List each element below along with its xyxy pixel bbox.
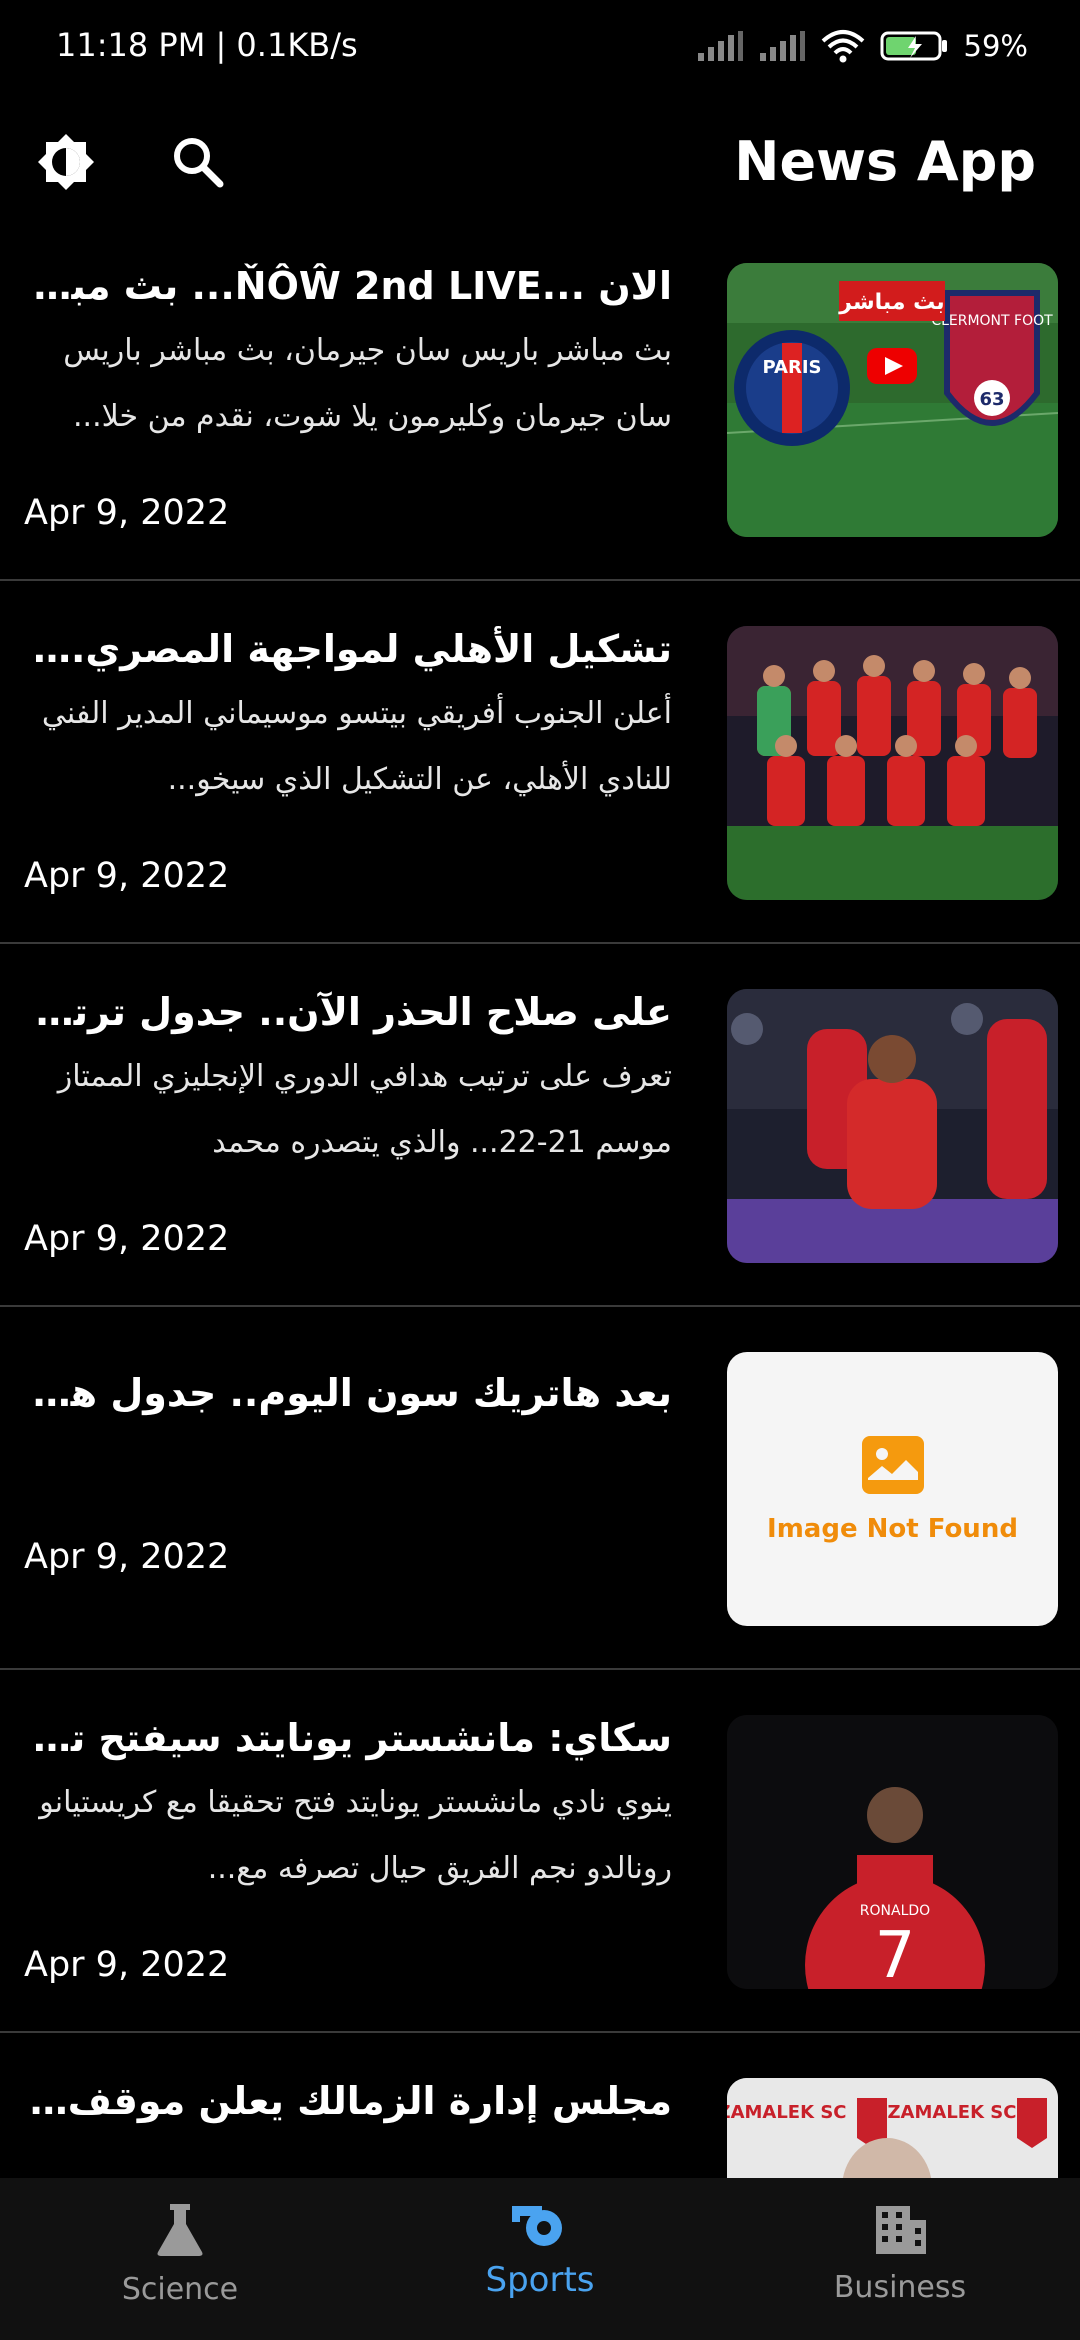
theme-toggle-button[interactable] bbox=[26, 122, 106, 202]
article-title: تشكيل الأهلي لمواجهة المصري..... bbox=[24, 627, 672, 671]
bottom-navigation: Science Sports Business bbox=[0, 2178, 1080, 2340]
article-description: ينوي نادي مانشستر يونايتد فتح تحقيقا مع … bbox=[39, 1785, 672, 1886]
battery-icon bbox=[880, 29, 950, 63]
article-title: مجلس إدارة الزمالك يعلن موقف هدهو... bbox=[24, 2079, 672, 2123]
svg-text:7: 7 bbox=[875, 1919, 916, 1989]
brightness-icon bbox=[38, 134, 94, 190]
whistle-icon bbox=[512, 2206, 562, 2246]
svg-text:بث مباشر: بث مباشر bbox=[838, 290, 944, 315]
signal-1-icon bbox=[696, 31, 744, 61]
nav-item-business[interactable]: Business bbox=[720, 2178, 1080, 2340]
article-thumbnail bbox=[727, 989, 1058, 1263]
nav-label-business: Business bbox=[833, 2270, 967, 2305]
article-date: Apr 9, 2022 bbox=[24, 1219, 230, 1259]
svg-text:CLERMONT FOOT: CLERMONT FOOT bbox=[931, 313, 1053, 329]
article-card[interactable]: RONALDO 7 سكاي: مانشستر يونايتد سيفتح تح… bbox=[0, 1670, 1080, 2033]
article-card[interactable]: Image Not Found بعد هاتريك سون اليوم.. ج… bbox=[0, 1307, 1080, 1670]
svg-text:63: 63 bbox=[979, 389, 1004, 410]
battery-percent: 59% bbox=[963, 29, 1028, 63]
search-button[interactable] bbox=[158, 122, 238, 202]
article-description: تعرف على ترتيب هدافي الدوري الإنجليزي ال… bbox=[57, 1059, 672, 1160]
article-date: Apr 9, 2022 bbox=[24, 493, 230, 533]
image-not-found-label: Image Not Found bbox=[767, 1514, 1018, 1544]
svg-text:PARIS: PARIS bbox=[763, 357, 822, 378]
article-title: بعد هاتريك سون اليوم.. جدول هدافي... bbox=[24, 1371, 672, 1415]
article-title: سكاي: مانشستر يونايتد سيفتح تحقيقا... bbox=[24, 1716, 672, 1760]
article-card[interactable]: PARIS CLERMONT FOOT 63 بث مباشر الان ...… bbox=[0, 218, 1080, 581]
news-app-screen: 11:18 PM | 0.1KB/s 59% News App PARIS CL… bbox=[0, 0, 1080, 2340]
status-bar: 11:18 PM | 0.1KB/s 59% bbox=[0, 0, 1080, 96]
svg-text:ZAMALEK SC: ZAMALEK SC bbox=[727, 2102, 846, 2123]
app-title: News App bbox=[734, 130, 1036, 193]
search-icon bbox=[174, 138, 224, 188]
article-title: على صلاح الحذر الآن.. جدول ترتيب... bbox=[24, 990, 672, 1034]
article-card[interactable]: ZAMALEK SC ZAMALEK SC مجلس إدارة الزمالك… bbox=[0, 2033, 1080, 2178]
flask-icon bbox=[157, 2204, 203, 2256]
svg-text:RONALDO: RONALDO bbox=[860, 1903, 930, 1919]
building-icon bbox=[876, 2206, 926, 2254]
article-card[interactable]: على صلاح الحذر الآن.. جدول ترتيب... تعرف… bbox=[0, 944, 1080, 1307]
nav-item-science[interactable]: Science bbox=[0, 2178, 360, 2340]
article-description: أعلن الجنوب أفريقي بيتسو موسيماني المدير… bbox=[41, 696, 672, 797]
article-date: Apr 9, 2022 bbox=[24, 856, 230, 896]
article-thumbnail bbox=[727, 626, 1058, 900]
signal-2-icon bbox=[758, 31, 806, 61]
article-title: الان ...ŇÔŴ 2nd LIVE... بث مباشر bbox=[24, 264, 672, 308]
article-thumbnail: ZAMALEK SC ZAMALEK SC bbox=[727, 2078, 1058, 2178]
article-date: Apr 9, 2022 bbox=[24, 1537, 230, 1577]
broken-image-icon bbox=[861, 1436, 924, 1494]
wifi-icon bbox=[820, 29, 866, 63]
image-not-found-placeholder: Image Not Found bbox=[727, 1352, 1058, 1626]
article-card[interactable]: تشكيل الأهلي لمواجهة المصري..... أعلن ال… bbox=[0, 581, 1080, 944]
svg-text:ZAMALEK SC: ZAMALEK SC bbox=[888, 2102, 1017, 2123]
nav-item-sports[interactable]: Sports bbox=[360, 2178, 720, 2340]
status-time: 11:18 PM | 0.1KB/s bbox=[56, 26, 358, 64]
app-top-bar: News App bbox=[0, 110, 1080, 230]
news-feed[interactable]: PARIS CLERMONT FOOT 63 بث مباشر الان ...… bbox=[0, 218, 1080, 2178]
article-date: Apr 9, 2022 bbox=[24, 1945, 230, 1985]
article-thumbnail: RONALDO 7 bbox=[727, 1715, 1058, 1989]
nav-label-science: Science bbox=[121, 2272, 239, 2307]
status-icons: 59% bbox=[696, 24, 1028, 68]
nav-label-sports: Sports bbox=[485, 2260, 595, 2300]
article-description: بث مباشر باريس سان جيرمان، بث مباشر باري… bbox=[63, 333, 672, 434]
article-thumbnail: PARIS CLERMONT FOOT 63 بث مباشر bbox=[727, 263, 1058, 537]
